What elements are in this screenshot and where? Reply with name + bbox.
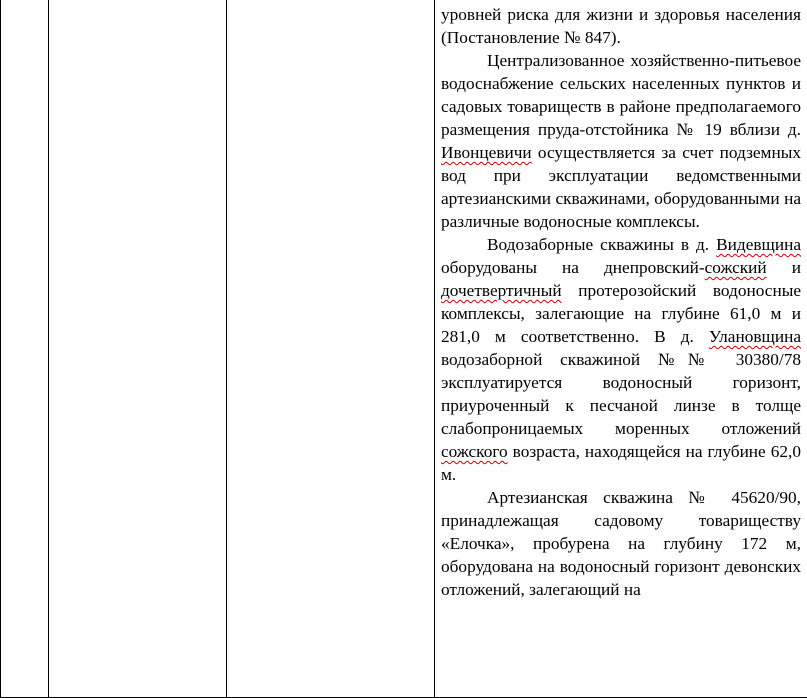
paragraph-text: Артезианская скважина № 45620/90, принад… xyxy=(441,488,801,599)
paragraph-text: водозаборной скважиной №№ 30380/78 экспл… xyxy=(441,350,801,438)
table-row: уровней риска для жизни и здоровья насел… xyxy=(1,0,807,698)
table-cell-empty-2 xyxy=(49,0,227,698)
spellcheck-word: Ивонцевичи xyxy=(441,143,532,162)
document-table: уровней риска для жизни и здоровья насел… xyxy=(0,0,807,698)
description-text: уровней риска для жизни и здоровья насел… xyxy=(435,0,807,601)
table-cell-empty-3 xyxy=(227,0,435,698)
spellcheck-word: Видевщина xyxy=(716,235,801,254)
paragraph: Централизованное хозяйственно-питьевое в… xyxy=(441,49,801,233)
paragraph-text: Централизованное хозяйственно-питьевое в… xyxy=(441,51,801,139)
table-cell-description: уровней риска для жизни и здоровья насел… xyxy=(435,0,807,698)
paragraph-text: Водозаборные скважины в д. xyxy=(487,235,716,254)
paragraph-text: уровней риска для жизни и здоровья насел… xyxy=(441,5,801,47)
spellcheck-word: Улановщина xyxy=(709,327,801,346)
paragraph: уровней риска для жизни и здоровья насел… xyxy=(441,3,801,49)
spellcheck-word: сожского xyxy=(441,442,508,461)
paragraph-text: и xyxy=(767,258,801,277)
spellcheck-word: дочетвертичный xyxy=(441,281,562,300)
paragraph: Артезианская скважина № 45620/90, принад… xyxy=(441,486,801,601)
spellcheck-word: сожский xyxy=(705,258,767,277)
table-cell-number xyxy=(1,0,49,698)
paragraph: Водозаборные скважины в д. Видевщина обо… xyxy=(441,233,801,486)
paragraph-text: оборудованы на днепровский- xyxy=(441,258,705,277)
